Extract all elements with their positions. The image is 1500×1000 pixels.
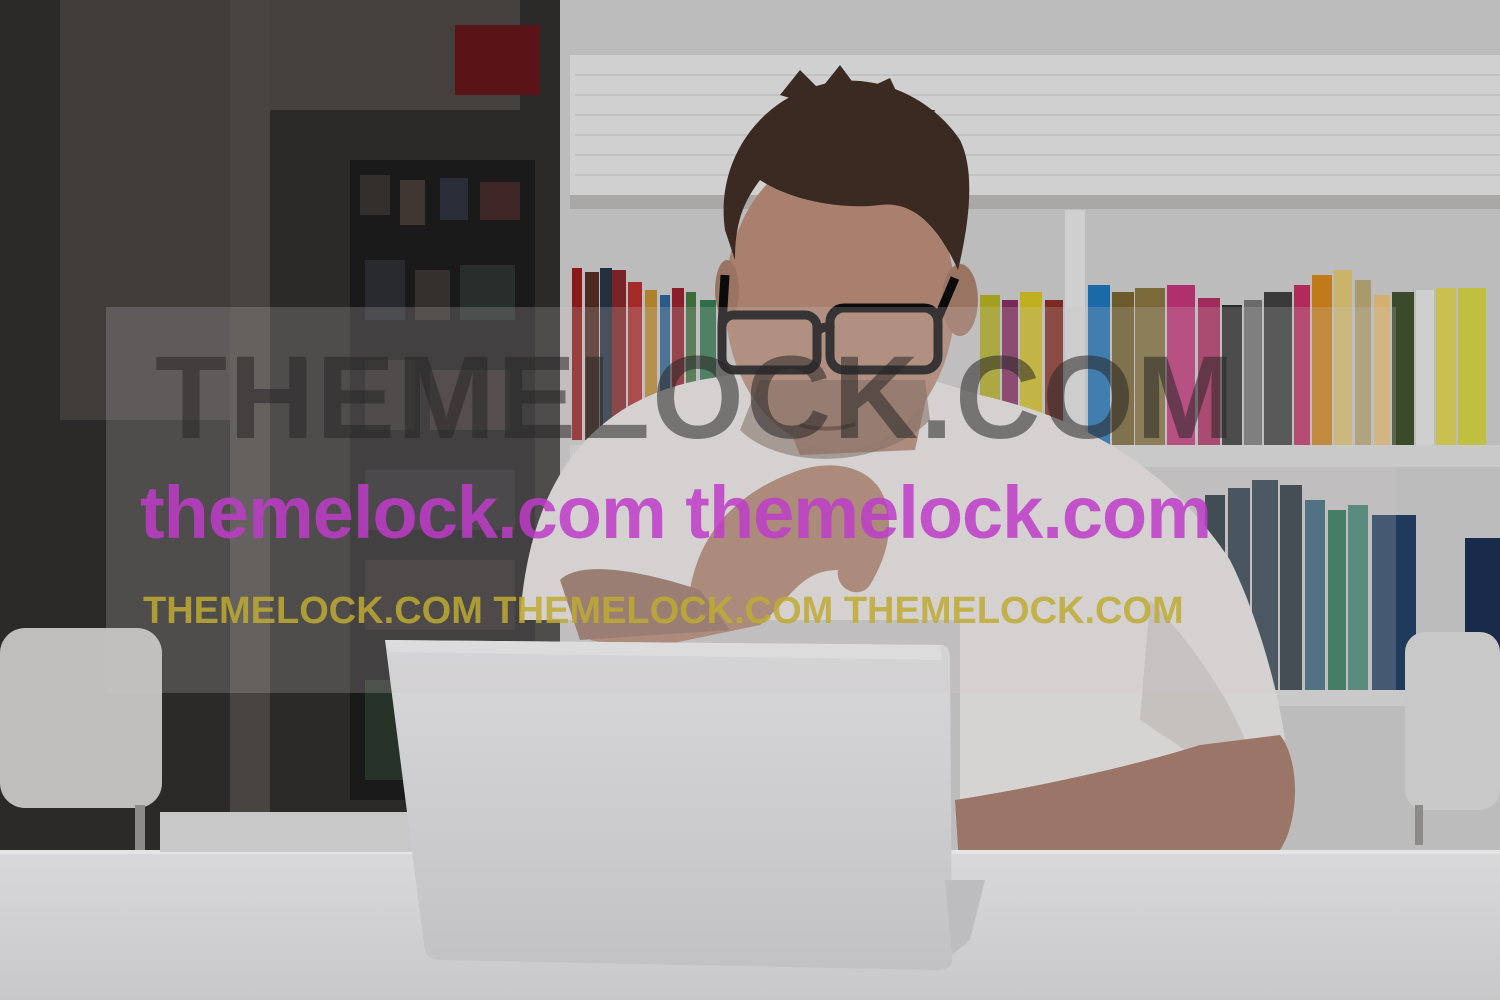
red-object [455, 25, 540, 95]
right-chair [1405, 632, 1500, 810]
watermark-text-medium: themelock.com themelock.com [140, 471, 1212, 554]
watermark-text-large: THEMELOCK.COM [155, 332, 1237, 464]
watermark-text-small: THEMELOCK.COM THEMELOCK.COM THEMELOCK.CO… [143, 590, 1184, 632]
stock-photo: THEMELOCK.COM themelock.com themelock.co… [0, 0, 1500, 1000]
